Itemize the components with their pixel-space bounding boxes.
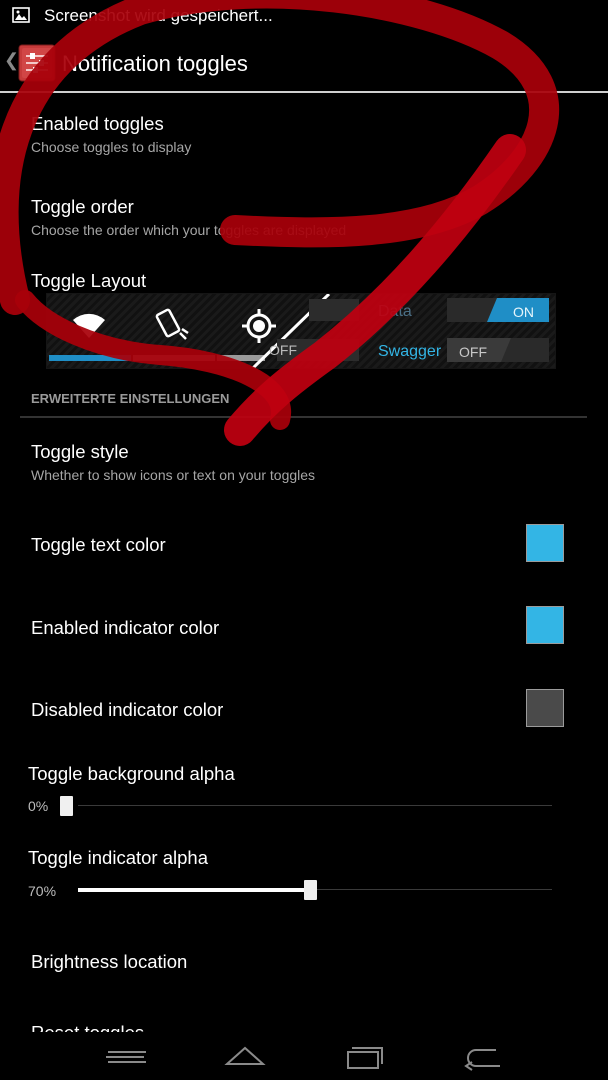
image-icon	[12, 7, 30, 23]
toggle-layout-preview[interactable]: OFF Data ON Swagger OFF	[46, 293, 556, 369]
background-alpha-slider[interactable]	[78, 805, 552, 806]
chevron-left-icon[interactable]: ❮	[4, 50, 19, 71]
pref-reset-toggles[interactable]: Reset toggles	[0, 1020, 608, 1032]
background-alpha-title: Toggle background alpha	[28, 763, 235, 784]
swagger-toggle-label: Swagger	[378, 343, 442, 360]
indicator-alpha-title: Toggle indicator alpha	[28, 847, 208, 868]
pref-toggle-layout-title: Toggle Layout	[31, 270, 147, 291]
pref-title: Brightness location	[31, 951, 188, 972]
home-icon[interactable]	[215, 1040, 275, 1076]
pref-summary: Choose the order which your toggles are …	[31, 222, 347, 238]
rotation-indicator	[133, 355, 215, 361]
data-toggle-state: ON	[513, 304, 534, 320]
action-bar-divider	[0, 91, 608, 93]
indicator-alpha-value: 70%	[28, 883, 57, 899]
rotation-icon	[155, 308, 189, 340]
preview-off-label: OFF	[269, 342, 297, 358]
swagger-toggle-state: OFF	[459, 344, 487, 360]
wifi-indicator	[49, 355, 131, 361]
color-swatch[interactable]	[526, 689, 564, 727]
category-divider	[20, 416, 587, 418]
data-toggle-label: Data	[378, 303, 412, 320]
pref-title: Reset toggles	[31, 1022, 144, 1032]
page-title: Notification toggles	[62, 51, 248, 76]
pref-title: Toggle text color	[31, 534, 166, 555]
indicator-alpha-slider-thumb[interactable]	[303, 880, 317, 900]
pref-summary: Whether to show icons or text on your to…	[31, 467, 316, 483]
pref-title: Disabled indicator color	[31, 699, 224, 720]
pref-title: Toggle style	[31, 441, 129, 462]
recents-icon[interactable]	[334, 1040, 394, 1076]
status-text: Screenshot wird gespeichert...	[44, 6, 273, 25]
color-swatch[interactable]	[526, 606, 564, 644]
back-arrow-icon[interactable]	[452, 1040, 512, 1076]
pref-title: Toggle order	[31, 196, 134, 217]
background-alpha-slider-thumb[interactable]	[60, 796, 73, 816]
category-header: ERWEITERTE EINSTELLUNGEN	[31, 391, 230, 406]
pref-summary: Choose toggles to display	[31, 139, 192, 155]
pref-title: Enabled indicator color	[31, 617, 220, 638]
settings-sliders-icon[interactable]	[18, 44, 56, 82]
status-bar: Screenshot wird gespeichert...	[0, 0, 608, 32]
menu-icon[interactable]	[96, 1040, 156, 1076]
wifi-icon	[73, 313, 105, 338]
preview-text-toggle-top	[309, 299, 359, 321]
color-swatch[interactable]	[526, 524, 564, 562]
pref-title: Enabled toggles	[31, 113, 164, 134]
navigation-bar	[0, 1032, 608, 1080]
background-alpha-value: 0%	[28, 798, 49, 814]
indicator-alpha-slider-fill	[78, 888, 304, 892]
